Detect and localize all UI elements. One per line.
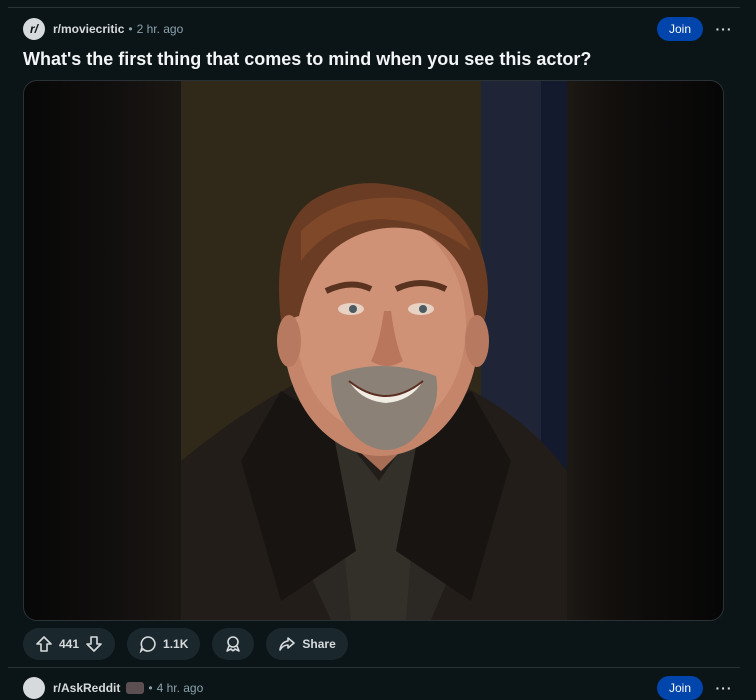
next-join-button[interactable]: Join [656,676,703,700]
next-post-header: r/AskReddit • 4 hr. ago Join ··· [23,676,733,700]
meta-separator: • [128,22,133,36]
next-subreddit-name[interactable]: r/AskReddit [53,681,120,695]
vote-count: 441 [59,637,80,651]
top-divider [8,7,740,8]
comments-button[interactable]: 1.1K [127,628,201,660]
action-bar: 441 1.1K Share [23,628,348,660]
subreddit-name[interactable]: r/moviecritic [53,22,124,36]
share-label: Share [302,637,336,651]
award-icon [224,635,242,653]
subreddit-avatar[interactable]: r/ [23,18,45,40]
share-arrow-icon [278,635,296,653]
post-media[interactable] [23,80,724,621]
post-header: r/ r/moviecritic • 2 hr. ago Join ··· [23,16,733,42]
comment-bubble-icon [139,635,157,653]
award-button[interactable] [212,628,255,660]
next-subreddit-avatar[interactable] [23,677,45,699]
downvote-arrow-icon[interactable] [85,635,103,653]
flair-icon [126,682,145,694]
next-meta-separator: • [148,681,153,695]
next-post-time: 4 hr. ago [156,681,204,695]
comment-count: 1.1K [163,637,189,651]
share-button[interactable]: Share [266,628,348,660]
bottom-divider [8,667,740,668]
vote-pill: 441 [23,628,116,660]
more-options-icon[interactable]: ··· [715,20,733,38]
join-button[interactable]: Join [656,17,703,41]
post-time: 2 hr. ago [136,22,184,36]
actor-photo [181,81,567,620]
post-title[interactable]: What's the first thing that comes to min… [23,49,733,70]
upvote-arrow-icon[interactable] [35,635,53,653]
next-more-options-icon[interactable]: ··· [715,679,733,697]
